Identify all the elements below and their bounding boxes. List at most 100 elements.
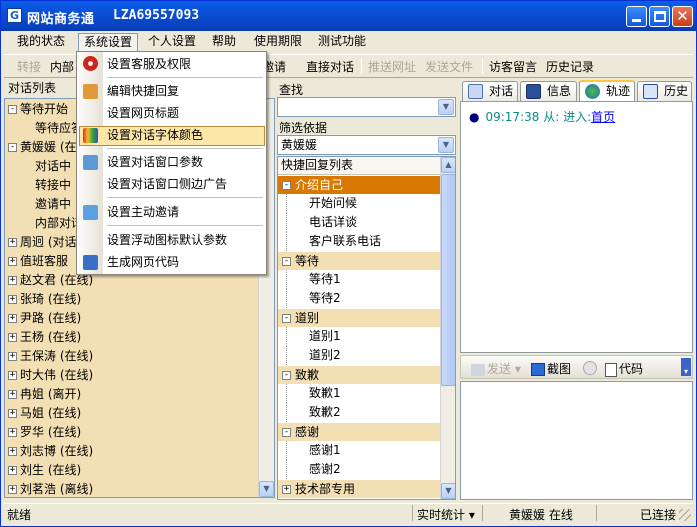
quick-reply-group[interactable]: - 感谢	[278, 423, 440, 441]
expand-icon[interactable]: +	[8, 409, 17, 418]
expand-icon[interactable]: +	[8, 428, 17, 437]
collapse-icon[interactable]: -	[282, 428, 291, 437]
tree-node[interactable]: 对话中	[35, 157, 71, 175]
direct-chat-button[interactable]: 直接对话	[306, 58, 354, 75]
menu-personal-settings[interactable]: 个人设置	[143, 33, 201, 52]
quick-reply-item[interactable]: 开始问候	[286, 194, 357, 213]
quick-reply-item[interactable]: 电话详谈	[286, 213, 357, 232]
quick-reply-item[interactable]: 等待1	[286, 270, 341, 289]
tree-node[interactable]: + 值班客服	[8, 252, 68, 270]
quick-reply-item[interactable]: 道别1	[286, 327, 341, 346]
dropdown-arrow-icon[interactable]: ▼	[438, 137, 454, 153]
expand-icon[interactable]: +	[8, 238, 17, 247]
menu-my-status[interactable]: 我的状态	[12, 33, 70, 52]
tree-node[interactable]: + 罗华 (在线)	[8, 423, 81, 441]
menu-system-settings[interactable]: 系统设置	[78, 33, 139, 52]
menu-item-service-permissions[interactable]: 设置客服及权限	[107, 54, 191, 74]
tree-node[interactable]: 邀请中	[35, 195, 71, 213]
track-link[interactable]: 首页	[591, 110, 615, 124]
quick-reply-group[interactable]: + 技术部专用	[278, 480, 440, 498]
expand-icon[interactable]: +	[8, 276, 17, 285]
expand-icon[interactable]: +	[8, 352, 17, 361]
tree-node[interactable]: + 刘茗浩 (离线)	[8, 480, 93, 497]
quick-reply-group[interactable]: - 道别	[278, 309, 440, 327]
collapse-icon[interactable]: -	[8, 105, 17, 114]
menu-help[interactable]: 帮助	[207, 33, 241, 52]
expand-icon[interactable]: +	[8, 485, 17, 494]
message-input[interactable]	[460, 381, 693, 500]
internal-button[interactable]: 内部	[50, 58, 74, 75]
resize-grip-icon[interactable]	[679, 509, 691, 521]
tree-node[interactable]: - 等待开始	[8, 100, 68, 118]
tree-node[interactable]: - 黄媛媛 (在	[8, 138, 77, 156]
collapse-icon[interactable]: -	[282, 314, 291, 323]
tree-node[interactable]: + 张琦 (在线)	[8, 290, 81, 308]
dropdown-arrow-icon[interactable]: ▼	[438, 99, 454, 115]
transfer-button[interactable]: 转接	[17, 58, 41, 75]
quick-reply-item[interactable]: 等待2	[286, 289, 341, 308]
send-file-button[interactable]: 发送文件	[425, 58, 473, 75]
expand-icon[interactable]: +	[8, 466, 17, 475]
tree-node[interactable]: + 冉姐 (离开)	[8, 385, 81, 403]
expand-icon[interactable]: +	[8, 447, 17, 456]
maximize-button[interactable]	[649, 6, 670, 27]
menu-item-page-title[interactable]: 设置网页标题	[107, 103, 179, 123]
visitor-message-button[interactable]: 访客留言	[489, 58, 537, 75]
expand-icon[interactable]: +	[8, 333, 17, 342]
realtime-stats-button[interactable]: 实时统计 ▾	[417, 506, 475, 523]
expand-icon[interactable]: +	[8, 295, 17, 304]
close-button[interactable]: ✕	[672, 6, 693, 27]
tree-node[interactable]: + 刘志博 (在线)	[8, 442, 93, 460]
minimize-button[interactable]	[626, 6, 647, 27]
title-bar[interactable]: G 网站商务通 LZA69557093 ✕	[1, 1, 696, 31]
tree-node[interactable]: + 刘生 (在线)	[8, 461, 81, 479]
tree-node[interactable]: + 王杨 (在线)	[8, 328, 81, 346]
screenshot-button[interactable]: 截图	[531, 360, 571, 377]
menu-item-font-color[interactable]: 设置对话字体颜色	[107, 125, 203, 145]
menu-item-generate-code[interactable]: 生成网页代码	[107, 252, 179, 272]
tree-node[interactable]: + 王保涛 (在线)	[8, 347, 93, 365]
collapse-icon[interactable]: -	[282, 371, 291, 380]
tab-info[interactable]: 信息	[520, 81, 577, 101]
scroll-thumb[interactable]	[441, 174, 455, 386]
scroll-up-icon[interactable]: ▲	[441, 157, 455, 173]
quick-reply-item[interactable]: 感谢1	[286, 441, 341, 460]
scroll-down-icon[interactable]: ▼	[259, 481, 274, 497]
tab-track[interactable]: 轨迹	[579, 80, 635, 102]
tree-node[interactable]: 转接中	[35, 176, 71, 194]
quick-reply-item[interactable]: 致歉2	[286, 403, 341, 422]
collapse-icon[interactable]: -	[282, 181, 291, 190]
expand-icon[interactable]: +	[8, 257, 17, 266]
quick-reply-group[interactable]: - 等待	[278, 252, 440, 270]
menu-item-window-params[interactable]: 设置对话窗口参数	[107, 152, 203, 172]
expand-icon[interactable]: +	[8, 314, 17, 323]
menu-item-auto-invite[interactable]: 设置主动邀请	[107, 202, 179, 222]
menu-usage-period[interactable]: 使用期限	[249, 33, 307, 52]
expand-icon[interactable]: +	[8, 390, 17, 399]
quick-reply-scrollbar[interactable]: ▲ ▼	[440, 157, 455, 499]
quick-reply-group[interactable]: - 致歉	[278, 366, 440, 384]
quick-reply-item[interactable]: 客户联系电话	[286, 232, 381, 251]
tree-node[interactable]: + 尹路 (在线)	[8, 309, 81, 327]
chevron-down-icon[interactable]: ▾	[681, 358, 691, 376]
expand-icon[interactable]: +	[282, 485, 291, 494]
tab-history[interactable]: 历史	[637, 81, 692, 101]
push-url-button[interactable]: 推送网址	[368, 58, 416, 75]
collapse-icon[interactable]: -	[282, 257, 291, 266]
filter-select[interactable]: 黄媛媛 ▼	[277, 135, 456, 155]
send-button[interactable]: 发送 ▾	[471, 360, 521, 377]
quick-reply-group[interactable]: - 介绍自己	[278, 176, 440, 194]
search-input[interactable]: ▼	[277, 97, 456, 117]
expand-icon[interactable]: +	[8, 371, 17, 380]
tree-node[interactable]: + 时大伟 (在线)	[8, 366, 93, 384]
quick-reply-item[interactable]: 道别2	[286, 346, 341, 365]
menu-item-edit-quick-reply[interactable]: 编辑快捷回复	[107, 81, 179, 101]
quick-reply-item[interactable]: 感谢2	[286, 460, 341, 479]
emoji-button[interactable]	[583, 360, 597, 375]
history-button[interactable]: 历史记录	[546, 58, 594, 75]
tab-chat[interactable]: 对话	[462, 81, 518, 101]
menu-test-features[interactable]: 测试功能	[313, 33, 371, 52]
menu-item-float-icon[interactable]: 设置浮动图标默认参数	[107, 230, 227, 250]
quick-reply-item[interactable]: 致歉1	[286, 384, 341, 403]
collapse-icon[interactable]: -	[8, 143, 17, 152]
